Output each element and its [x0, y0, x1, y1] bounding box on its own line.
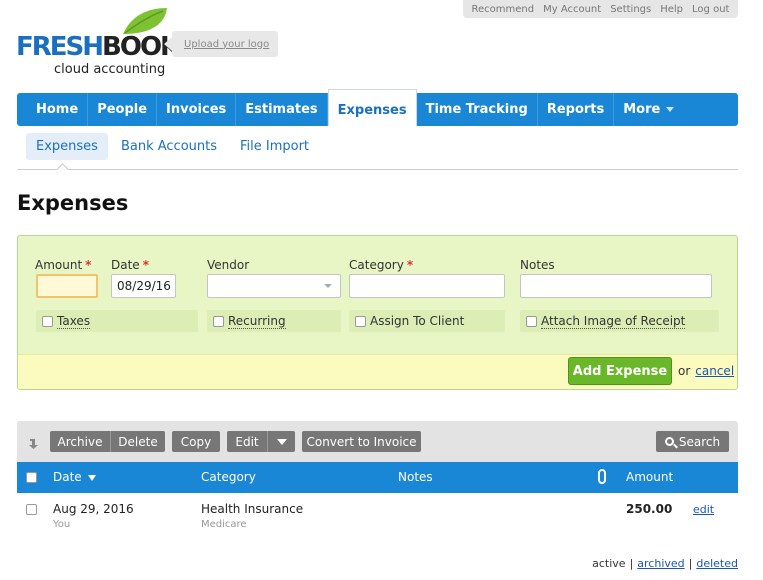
search-button[interactable]: Search [656, 431, 729, 452]
row-checkbox[interactable] [26, 504, 37, 515]
attachment-icon [598, 469, 606, 484]
status-separator: | [688, 557, 693, 570]
tab-reports[interactable]: Reports [538, 93, 615, 126]
column-amount[interactable]: Amount [626, 470, 673, 484]
category-input[interactable] [349, 274, 505, 298]
sort-arrow-icon[interactable] [28, 437, 40, 449]
column-notes[interactable]: Notes [398, 470, 433, 484]
notes-label: Notes [520, 258, 555, 272]
add-expense-button[interactable]: Add Expense [568, 357, 672, 385]
subnav-file-import[interactable]: File Import [230, 133, 319, 160]
vendor-label: Vendor [207, 258, 250, 272]
utility-links: Recommend My Account Settings Help Log o… [463, 0, 738, 18]
date-label: Date * [111, 258, 149, 272]
row-date-author: You [53, 519, 71, 530]
tab-more-label: More [623, 102, 661, 117]
column-category[interactable]: Category [201, 470, 256, 484]
subnav-pointer [56, 163, 69, 176]
main-nav: Home People Invoices Estimates Expenses … [17, 89, 738, 126]
status-filter: active | archived | deleted [592, 557, 738, 570]
tab-estimates[interactable]: Estimates [236, 93, 328, 126]
taxes-checkbox[interactable]: Taxes [36, 310, 198, 332]
notes-input[interactable] [520, 274, 712, 298]
table-header: Date Category Notes Amount [17, 462, 738, 493]
checkbox-icon [526, 315, 537, 327]
row-subcategory: Medicare [201, 519, 247, 530]
checkbox-icon [355, 315, 366, 327]
help-link[interactable]: Help [660, 4, 683, 15]
amount-input[interactable] [36, 274, 98, 298]
recurring-label: Recurring [228, 313, 286, 329]
row-edit-link[interactable]: edit [693, 503, 714, 516]
recommend-link[interactable]: Recommend [472, 4, 535, 15]
recurring-checkbox[interactable]: Recurring [207, 310, 341, 332]
status-separator: | [629, 557, 634, 570]
row-amount: 250.00 [626, 502, 673, 516]
tab-more[interactable]: More [614, 93, 683, 126]
category-label: Category * [349, 258, 414, 272]
tab-expenses[interactable]: Expenses [327, 89, 417, 126]
taxes-label: Taxes [57, 313, 91, 329]
column-date[interactable]: Date [53, 470, 96, 484]
edit-button[interactable]: Edit [227, 431, 267, 452]
chevron-down-icon [276, 438, 287, 445]
search-icon [664, 437, 674, 446]
select-all-checkbox[interactable] [26, 472, 37, 483]
cancel-link[interactable]: cancel [695, 364, 734, 378]
sort-down-icon [87, 474, 96, 481]
copy-button[interactable]: Copy [172, 431, 220, 452]
status-deleted-link[interactable]: deleted [696, 557, 738, 570]
upload-logo-link[interactable]: Upload your logo [163, 31, 279, 57]
sub-nav: Expenses Bank Accounts File Import [26, 133, 322, 160]
tab-time-tracking[interactable]: Time Tracking [417, 93, 538, 126]
date-input[interactable]: 08/29/16 [111, 274, 176, 298]
freshbooks-logo[interactable]: FRESHBOOKS cloud accounting [16, 8, 197, 80]
status-archived-link[interactable]: archived [637, 557, 684, 570]
logo-tagline: cloud accounting [54, 62, 166, 77]
chevron-down-icon [324, 284, 332, 288]
subnav-bank-accounts[interactable]: Bank Accounts [111, 133, 227, 160]
new-expense-form: Amount * Date * Vendor Category * Notes 08/… [17, 235, 738, 390]
settings-link[interactable]: Settings [610, 4, 651, 15]
search-label: Search [678, 434, 721, 449]
status-active[interactable]: active [592, 557, 625, 570]
page-title: Expenses [17, 191, 129, 215]
row-category: Health Insurance [201, 502, 304, 516]
attach-receipt-label: Attach Image of Receipt [541, 313, 686, 329]
row-date: Aug 29, 2016 [53, 502, 134, 516]
tab-home[interactable]: Home [27, 93, 89, 126]
assign-to-client-checkbox[interactable]: Assign To Client [349, 310, 505, 332]
tab-people[interactable]: People [88, 93, 158, 126]
assign-to-client-label: Assign To Client [370, 314, 465, 328]
logout-link[interactable]: Log out [692, 4, 729, 15]
or-cancel: or cancel [678, 364, 734, 378]
table-row[interactable]: Aug 29, 2016 You Health Insurance Medica… [17, 493, 738, 539]
subnav-expenses[interactable]: Expenses [26, 133, 108, 160]
chevron-down-icon [666, 107, 675, 112]
checkbox-icon [42, 315, 53, 327]
edit-dropdown-button[interactable] [267, 431, 295, 452]
convert-to-invoice-button[interactable]: Convert to Invoice [302, 431, 421, 452]
my-account-link[interactable]: My Account [543, 4, 601, 15]
delete-button[interactable]: Delete [110, 431, 165, 452]
tab-invoices[interactable]: Invoices [157, 93, 237, 126]
subnav-divider [17, 169, 738, 170]
or-text: or [678, 364, 691, 378]
archive-button[interactable]: Archive [50, 431, 110, 452]
expense-list-toolbar: Archive Delete Copy Edit Convert to Invo… [17, 421, 738, 462]
checkbox-icon [213, 315, 224, 327]
attach-receipt-checkbox[interactable]: Attach Image of Receipt [520, 310, 719, 332]
amount-label: Amount * [35, 258, 92, 272]
vendor-select[interactable] [207, 274, 341, 298]
